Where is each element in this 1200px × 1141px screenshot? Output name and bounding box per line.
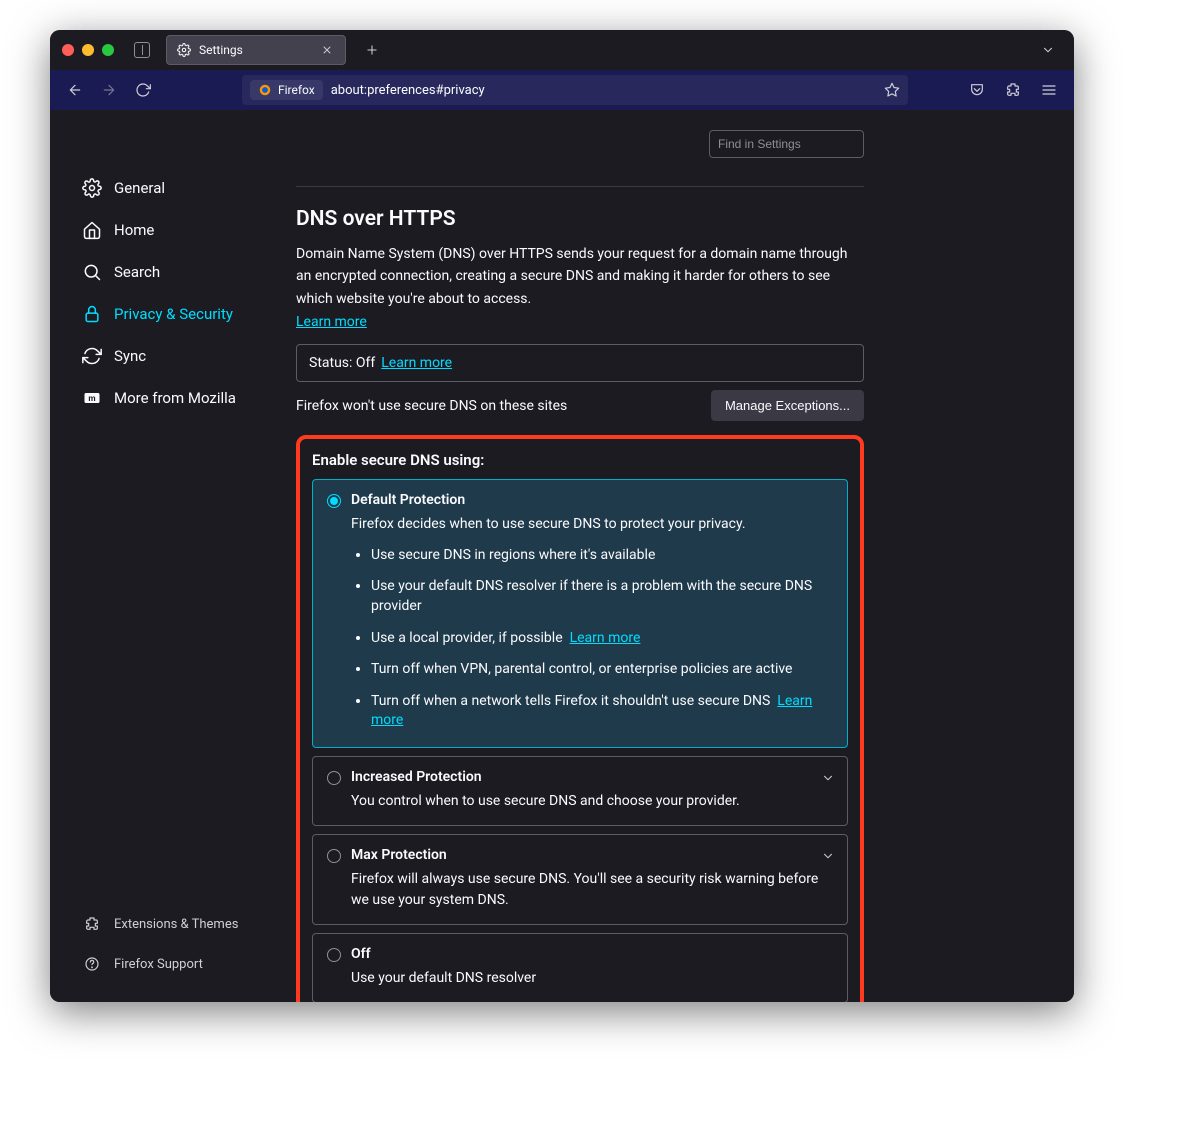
sidebar-label: Firefox Support xyxy=(114,957,203,972)
app-menu-icon[interactable] xyxy=(1034,75,1064,105)
option-subtitle: Use your default DNS resolver xyxy=(351,968,833,990)
sidebar-item-home[interactable]: Home xyxy=(74,212,284,248)
fullscreen-window-button[interactable] xyxy=(102,44,114,56)
sidebar-label: More from Mozilla xyxy=(114,389,236,407)
minimize-window-button[interactable] xyxy=(82,44,94,56)
puzzle-icon xyxy=(82,914,102,934)
status-label: Status: Off xyxy=(309,355,375,371)
close-tab-icon[interactable] xyxy=(319,42,335,58)
pocket-icon[interactable] xyxy=(962,75,992,105)
option-bullet: Use your default DNS resolver if there i… xyxy=(371,577,833,616)
gear-icon xyxy=(82,178,102,198)
sidebar-label: Extensions & Themes xyxy=(114,917,238,932)
sidebar-item-search[interactable]: Search xyxy=(74,254,284,290)
learn-more-link[interactable]: Learn more xyxy=(570,630,641,646)
gear-icon xyxy=(177,43,191,57)
sidebar-item-privacy[interactable]: Privacy & Security xyxy=(74,296,284,332)
radio-icon[interactable] xyxy=(327,771,341,785)
reload-button[interactable] xyxy=(128,75,158,105)
find-in-settings-input[interactable] xyxy=(709,130,864,158)
titlebar: Settings xyxy=(50,30,1074,70)
sidebar-item-more-mozilla[interactable]: m More from Mozilla xyxy=(74,380,284,416)
option-title: Max Protection xyxy=(351,847,447,863)
url-bar[interactable]: Firefox about:preferences#privacy xyxy=(242,75,908,105)
sidebar-item-support[interactable]: Firefox Support xyxy=(74,946,284,982)
url-text: about:preferences#privacy xyxy=(331,83,485,98)
sidebar-label: Home xyxy=(114,221,154,239)
radio-selected-icon[interactable] xyxy=(327,494,341,508)
section-title: DNS over HTTPS xyxy=(296,207,864,231)
option-subtitle: Firefox will always use secure DNS. You'… xyxy=(351,869,833,912)
option-bullet: Use a local provider, if possible Learn … xyxy=(371,629,833,649)
sync-icon xyxy=(82,346,102,366)
divider xyxy=(296,186,864,187)
option-bullet: Use secure DNS in regions where it's ava… xyxy=(371,546,833,566)
highlighted-section: Enable secure DNS using: Default Protect… xyxy=(296,435,864,1002)
sidebar-label: Sync xyxy=(114,347,146,365)
status-learn-more-link[interactable]: Learn more xyxy=(381,355,452,371)
tab-settings[interactable]: Settings xyxy=(166,35,346,65)
list-tabs-button[interactable] xyxy=(1034,36,1062,64)
tab-title: Settings xyxy=(199,43,311,57)
status-box: Status: Off Learn more xyxy=(296,344,864,382)
manage-exceptions-button[interactable]: Manage Exceptions... xyxy=(711,390,864,421)
firefox-logo-icon xyxy=(258,83,272,97)
close-window-button[interactable] xyxy=(62,44,74,56)
sidebar-toggle-icon[interactable] xyxy=(134,42,150,58)
main-panel: DNS over HTTPS Domain Name System (DNS) … xyxy=(284,130,864,1002)
mozilla-icon: m xyxy=(82,388,102,408)
radio-icon[interactable] xyxy=(327,948,341,962)
browser-window: Settings Firefox xyxy=(50,30,1074,1002)
option-subtitle: You control when to use secure DNS and c… xyxy=(351,791,833,813)
sidebar-item-extensions[interactable]: Extensions & Themes xyxy=(74,906,284,942)
sidebar-label: General xyxy=(114,179,165,197)
content-area: General Home Search Privacy & Security S… xyxy=(50,110,1074,1002)
identity-box[interactable]: Firefox xyxy=(250,80,323,100)
option-title: Off xyxy=(351,946,371,962)
exceptions-text: Firefox won't use secure DNS on these si… xyxy=(296,398,567,414)
learn-more-link[interactable]: Learn more xyxy=(296,314,367,330)
lock-icon xyxy=(82,304,102,324)
nav-toolbar: Firefox about:preferences#privacy xyxy=(50,70,1074,110)
enable-heading: Enable secure DNS using: xyxy=(312,451,848,469)
bookmark-star-icon[interactable] xyxy=(884,82,900,98)
identity-label: Firefox xyxy=(278,83,315,97)
option-increased-protection[interactable]: Increased Protection You control when to… xyxy=(312,756,848,826)
forward-button[interactable] xyxy=(94,75,124,105)
sidebar-item-sync[interactable]: Sync xyxy=(74,338,284,374)
extensions-icon[interactable] xyxy=(998,75,1028,105)
chevron-down-icon[interactable] xyxy=(821,771,835,789)
sidebar-label: Search xyxy=(114,263,160,281)
window-controls xyxy=(62,44,114,56)
settings-sidebar: General Home Search Privacy & Security S… xyxy=(74,130,284,1002)
back-button[interactable] xyxy=(60,75,90,105)
help-icon xyxy=(82,954,102,974)
option-subtitle: Firefox decides when to use secure DNS t… xyxy=(351,514,833,536)
home-icon xyxy=(82,220,102,240)
search-icon xyxy=(82,262,102,282)
option-max-protection[interactable]: Max Protection Firefox will always use s… xyxy=(312,834,848,925)
section-description: Domain Name System (DNS) over HTTPS send… xyxy=(296,243,864,310)
option-bullet: Turn off when VPN, parental control, or … xyxy=(371,660,833,680)
new-tab-button[interactable] xyxy=(358,36,386,64)
svg-text:m: m xyxy=(88,394,95,404)
sidebar-item-general[interactable]: General xyxy=(74,170,284,206)
option-off[interactable]: Off Use your default DNS resolver xyxy=(312,933,848,1002)
sidebar-label: Privacy & Security xyxy=(114,305,233,323)
option-default-protection[interactable]: Default Protection Firefox decides when … xyxy=(312,479,848,748)
option-title: Default Protection xyxy=(351,492,465,508)
option-bullet: Turn off when a network tells Firefox it… xyxy=(371,692,833,731)
radio-icon[interactable] xyxy=(327,849,341,863)
option-title: Increased Protection xyxy=(351,769,482,785)
chevron-down-icon[interactable] xyxy=(821,849,835,867)
